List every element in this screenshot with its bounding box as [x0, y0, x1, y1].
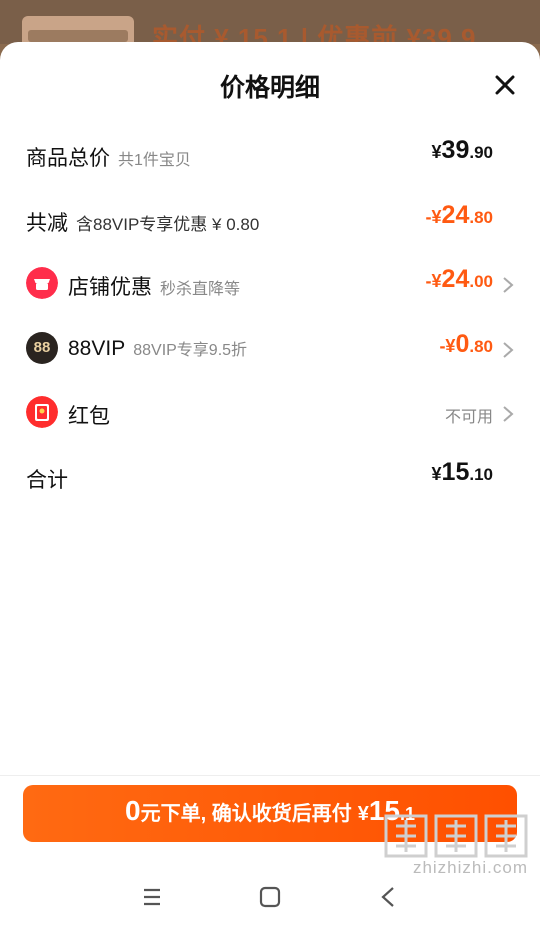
vip-88-icon: 88 — [26, 332, 58, 364]
currency-symbol: ¥ — [431, 464, 442, 484]
vip-discount-amount: -¥0.80 — [439, 330, 493, 359]
vip-label: 88VIP — [68, 337, 126, 360]
cta-currency: ¥ — [357, 803, 369, 825]
row-goods-total: 商品总价 共1件宝贝 ¥39.90 — [0, 130, 540, 180]
cta-zero: 0 — [125, 795, 141, 826]
cta-text: 元下单, 确认收货后再付 — [140, 803, 352, 825]
amount-integer: 15 — [441, 458, 470, 486]
row-sum: 合计 ¥15.10 — [0, 452, 540, 502]
amount-decimal: .90 — [469, 143, 493, 162]
row-label: 商品总价 共1件宝贝 — [26, 142, 191, 172]
goods-total-label: 商品总价 — [26, 147, 110, 170]
store-discount-sub: 秒杀直降等 — [160, 281, 241, 298]
row-label: 店铺优惠 秒杀直降等 — [68, 271, 240, 301]
amount-integer: 24 — [441, 265, 470, 293]
vip-sub: 88VIP专享9.5折 — [133, 342, 248, 359]
goods-count-text: 共1件宝贝 — [118, 152, 191, 169]
sheet-title: 价格明细 — [219, 74, 320, 102]
reduction-amount: -¥24.80 — [426, 201, 493, 230]
chevron-right-icon — [503, 342, 514, 358]
row-label: 共减 含88VIP专享优惠 ¥ 0.80 — [26, 207, 259, 237]
amount-prefix: -¥ — [425, 271, 442, 291]
amount-prefix: -¥ — [425, 207, 442, 227]
amount-prefix: -¥ — [439, 336, 456, 356]
chevron-right-icon — [503, 406, 514, 422]
red-packet-status: 不可用 — [444, 409, 493, 426]
row-red-packet[interactable]: 红包 不可用 — [0, 388, 540, 438]
sum-amount: ¥15.10 — [432, 458, 493, 487]
reduction-detail-text: 含88VIP专享优惠 ¥ 0.80 — [76, 215, 260, 234]
back-icon[interactable] — [374, 882, 404, 912]
amount-decimal: .80 — [469, 208, 493, 227]
sum-label: 合计 — [26, 469, 68, 492]
price-detail-sheet: 价格明细 商品总价 共1件宝贝 ¥39.90 共减 含88VIP专享优惠 ¥ 0.8… — [0, 42, 540, 928]
store-discount-label: 店铺优惠 — [68, 276, 152, 299]
amount-decimal: .80 — [469, 337, 493, 356]
goods-total-amount: ¥39.90 — [432, 136, 493, 165]
background-order-peek: 实付 ¥ 15.1 | 优惠前 ¥39.9 — [0, 0, 540, 53]
amount-integer: 0 — [455, 330, 470, 358]
amount-decimal: .10 — [469, 465, 493, 484]
store-discount-amount: -¥24.00 — [426, 265, 493, 294]
thumbnail-strip — [28, 30, 128, 42]
amount-integer: 24 — [441, 201, 470, 229]
close-icon[interactable] — [490, 70, 520, 100]
store-icon — [26, 267, 58, 299]
amount-integer: 39 — [441, 136, 470, 164]
row-total-reduction: 共减 含88VIP专享优惠 ¥ 0.80 -¥24.80 — [0, 195, 540, 245]
menu-icon[interactable] — [137, 882, 167, 912]
reduction-label: 共减 — [26, 212, 68, 235]
row-88vip[interactable]: 88 88VIP 88VIP专享9.5折 -¥0.80 — [0, 324, 540, 374]
amount-decimal: .00 — [469, 272, 493, 291]
red-packet-label: 红包 — [68, 405, 110, 428]
home-icon[interactable] — [255, 882, 285, 912]
vip-icon-text: 88 — [33, 339, 51, 356]
row-store-discount[interactable]: 店铺优惠 秒杀直降等 -¥24.00 — [0, 259, 540, 309]
currency-symbol: ¥ — [431, 142, 442, 162]
watermark-text: zhizhizhi.com — [412, 858, 528, 877]
footer-divider — [0, 775, 540, 776]
row-label: 88VIP 88VIP专享9.5折 — [68, 336, 247, 361]
red-packet-icon — [26, 396, 58, 428]
chevron-right-icon — [503, 277, 514, 293]
